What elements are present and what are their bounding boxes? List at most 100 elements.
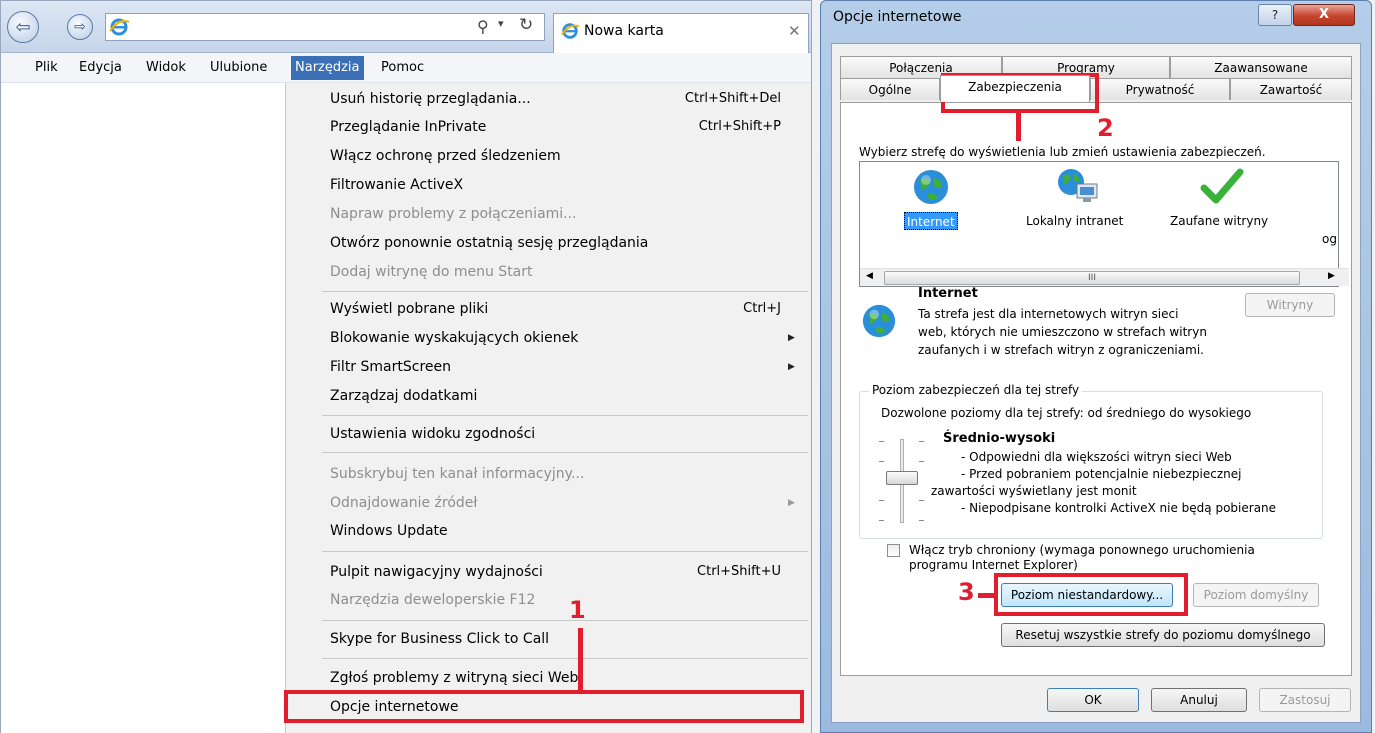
menu-item-skype-click-to-call[interactable]: Skype for Business Click to Call: [330, 628, 549, 650]
zone-trusted-sites[interactable]: Zaufane witryny: [1168, 212, 1270, 230]
scroll-grip: III: [1088, 273, 1096, 283]
reset-all-zones-button[interactable]: Resetuj wszystkie strefy do poziomu domy…: [1001, 623, 1325, 647]
menu-separator: [322, 620, 808, 621]
menu-separator: [322, 291, 808, 292]
tab-content[interactable]: Zawartość: [1230, 78, 1352, 100]
slider-tick: [879, 441, 884, 442]
slider-tick: [919, 500, 924, 501]
menu-item-reopen-session[interactable]: Otwórz ponownie ostatnią sesję przegląda…: [330, 232, 648, 254]
scroll-left-icon[interactable]: ◀: [866, 271, 873, 281]
menu-favorites[interactable]: Ulubione: [206, 56, 271, 80]
close-icon[interactable]: ✕: [788, 22, 801, 40]
level-description-line: - Przed pobraniem potencjalnie niebezpie…: [961, 467, 1242, 481]
chevron-down-icon[interactable]: ▾: [498, 17, 504, 30]
menu-item-report-site-problems[interactable]: Zgłoś problemy z witryną sieci Web: [330, 667, 578, 689]
browser-toolbar: ⇦ ⇨ ⚲ ▾ ↻ Nowa karta ✕: [1, 1, 811, 53]
callout-line: [578, 628, 583, 692]
slider-tick: [879, 520, 884, 521]
checkmark-icon: [1200, 168, 1244, 204]
forward-button[interactable]: ⇨: [67, 14, 93, 40]
zone-description-line: web, których nie umieszczono w strefach …: [918, 325, 1207, 339]
menu-item-performance-dashboard[interactable]: Pulpit nawigacyjny wydajności: [330, 561, 543, 583]
menu-item-delete-history[interactable]: Usuń historię przeglądania...: [330, 88, 531, 110]
menu-item-popup-blocker[interactable]: Blokowanie wyskakujących okienek: [330, 327, 578, 349]
shortcut-text: Ctrl+Shift+Del: [684, 91, 781, 106]
tab-general[interactable]: Ogólne: [840, 78, 940, 100]
zone-restricted-partial[interactable]: og: [1320, 230, 1339, 248]
sites-button[interactable]: Witryny: [1245, 293, 1335, 317]
default-level-button[interactable]: Poziom domyślny: [1193, 583, 1319, 607]
menu-item-feed-discovery: Odnajdowanie źródeł: [330, 495, 478, 511]
zone-prompt: Wybierz strefę do wyświetlenia lub zmień…: [859, 145, 1266, 159]
tools-menu: Usuń historię przeglądania... Ctrl+Shift…: [285, 83, 811, 733]
globe-icon: [914, 170, 948, 204]
menu-item-inprivate[interactable]: Przeglądanie InPrivate: [330, 116, 486, 138]
level-description-line: - Odpowiedni dla większości witryn sieci…: [961, 450, 1232, 464]
menu-bar: Plik Edycja Widok Ulubione Narzędzia Pom…: [1, 53, 811, 83]
slider-tick: [919, 461, 924, 462]
tab-title: Nowa karta: [584, 23, 664, 39]
close-button[interactable]: X: [1293, 4, 1355, 26]
submenu-arrow-icon: ▶: [788, 498, 795, 508]
slider-tick: [919, 520, 924, 521]
menu-item-f12-tools: Narzędzia deweloperskie F12: [330, 592, 536, 608]
page-content: [1, 83, 285, 733]
group-title: Poziom zabezpieczeń dla tej strefy: [869, 383, 1083, 397]
menu-separator: [322, 551, 808, 552]
menu-item-manage-addons[interactable]: Zarządzaj dodatkami: [330, 385, 477, 407]
back-button[interactable]: ⇦: [7, 11, 39, 43]
menu-item-smartscreen[interactable]: Filtr SmartScreen: [330, 356, 451, 378]
ok-button[interactable]: OK: [1047, 688, 1139, 712]
tab-advanced[interactable]: Zaawansowane: [1170, 56, 1352, 78]
menu-item-add-to-start: Dodaj witrynę do menu Start: [330, 264, 533, 280]
menu-separator: [322, 658, 808, 659]
shortcut-text: Ctrl+Shift+P: [698, 119, 781, 134]
zone-scrollbar[interactable]: ◀ III ▶: [860, 268, 1349, 286]
menu-help[interactable]: Pomoc: [377, 56, 428, 80]
menu-item-windows-update[interactable]: Windows Update: [330, 520, 448, 542]
level-description-line: - Niepodpisane kontrolki ActiveX nie będ…: [961, 501, 1277, 515]
search-icon[interactable]: ⚲: [477, 17, 489, 36]
zone-list[interactable]: Internet Lokalny intranet Zaufane witryn…: [859, 161, 1349, 287]
zone-local-intranet[interactable]: Lokalny intranet: [1024, 212, 1125, 230]
cancel-button[interactable]: Anuluj: [1151, 688, 1247, 712]
tab-new[interactable]: Nowa karta ✕: [553, 13, 809, 53]
zone-description-line: zaufanych i w strefach witryn z ogranicz…: [918, 343, 1204, 357]
forward-arrow-icon: ⇨: [74, 19, 86, 35]
callout-number-2: 2: [1097, 114, 1114, 142]
shortcut-text: Ctrl+J: [743, 301, 781, 316]
scroll-right-icon[interactable]: ▶: [1328, 271, 1335, 281]
allowed-levels-text: Dozwolone poziomy dla tej strefy: od śre…: [881, 406, 1252, 420]
menu-tools[interactable]: Narzędzia: [291, 56, 364, 80]
menu-file[interactable]: Plik: [31, 56, 62, 80]
menu-item-tracking-protection[interactable]: Włącz ochronę przed śledzeniem: [330, 145, 561, 167]
highlight-box-custom-level: [994, 573, 1188, 616]
menu-view[interactable]: Widok: [142, 56, 190, 80]
back-arrow-icon: ⇦: [15, 16, 31, 38]
shortcut-text: Ctrl+Shift+U: [697, 564, 781, 579]
protected-mode-checkbox[interactable]: [887, 544, 900, 557]
apply-button[interactable]: Zastosuj: [1259, 688, 1351, 712]
zone-internet[interactable]: Internet: [904, 212, 958, 230]
zone-description-line: Ta strefa jest dla internetowych witryn …: [918, 307, 1179, 321]
zone-title: Internet: [918, 286, 978, 301]
scrollbar-thumb[interactable]: III: [884, 271, 1300, 285]
tab-privacy[interactable]: Prywatność: [1090, 78, 1230, 100]
slider-tick: [879, 500, 884, 501]
intranet-icon: [1058, 169, 1098, 202]
menu-item-downloads[interactable]: Wyświetl pobrane pliki: [330, 298, 488, 320]
menu-item-compat-view[interactable]: Ustawienia widoku zgodności: [330, 423, 535, 445]
protected-mode-label: Włącz tryb chroniony (wymaga ponownego u…: [909, 543, 1255, 557]
menu-item-activex-filtering[interactable]: Filtrowanie ActiveX: [330, 174, 463, 196]
highlight-box-internet-options: [284, 690, 804, 723]
menu-edit[interactable]: Edycja: [75, 56, 126, 80]
tab-security[interactable]: Zabezpieczenia: [940, 75, 1090, 102]
menu-item-subscribe-feed: Subskrybuj ten kanał informacyjny...: [330, 466, 585, 482]
security-slider-thumb[interactable]: [886, 471, 918, 485]
level-name: Średnio-wysoki: [943, 431, 1056, 446]
menu-item-fix-connection: Napraw problemy z połączeniami...: [330, 206, 577, 222]
globe-icon: [862, 304, 896, 338]
protected-mode-label: programu Internet Explorer): [909, 558, 1078, 572]
help-button[interactable]: ?: [1258, 4, 1292, 26]
refresh-icon[interactable]: ↻: [519, 15, 533, 35]
